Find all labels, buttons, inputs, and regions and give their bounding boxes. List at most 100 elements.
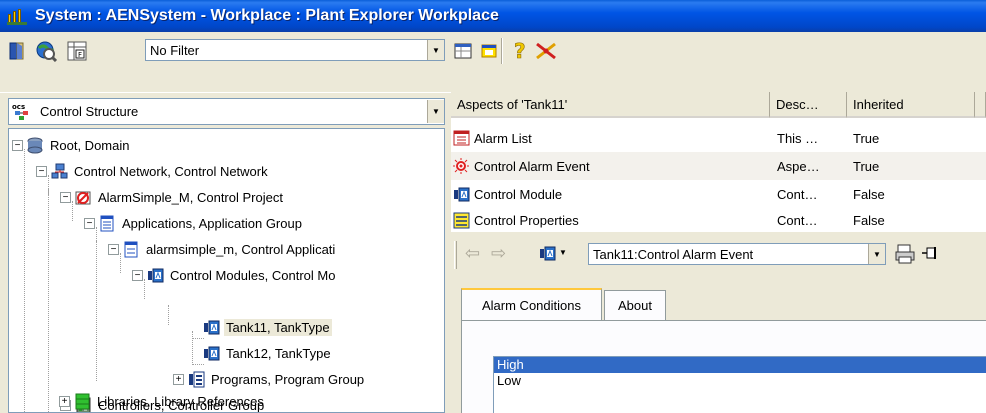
main-toolbar: F No Filter ▼ ?: [0, 32, 986, 93]
pin-icon[interactable]: [921, 244, 939, 265]
exit-door-icon[interactable]: [5, 39, 29, 63]
aspect-name: Control Properties: [474, 212, 579, 228]
help-icon[interactable]: ?: [508, 39, 532, 63]
list-item-low[interactable]: Low: [494, 373, 986, 389]
tree-item-label: Control Modules, Control Mo: [170, 267, 336, 283]
program-group-icon: [188, 371, 205, 388]
tree-item-applications[interactable]: − Applications, Application Group: [84, 210, 304, 236]
collapse-toggle[interactable]: −: [36, 165, 47, 177]
tree-item-label: alarmsimple_m, Control Applicati: [146, 241, 336, 257]
aspect-dropdown-value: Tank11:Control Alarm Event: [593, 246, 754, 262]
filter-grid-icon[interactable]: F: [65, 39, 89, 63]
network-icon: [51, 163, 68, 180]
library-icon: [74, 393, 91, 410]
aspect-name: Alarm List: [474, 130, 532, 146]
svg-text:?: ?: [514, 40, 526, 62]
aspect-row-control-properties[interactable]: Control Properties Cont… False: [451, 208, 986, 232]
tree-item-label: Libraries, Library References: [97, 393, 264, 409]
properties-icon: [453, 212, 470, 229]
collapse-toggle[interactable]: −: [108, 243, 119, 255]
application-icon: [123, 241, 140, 258]
collapse-toggle[interactable]: −: [12, 139, 23, 151]
chevron-down-icon[interactable]: ▼: [427, 100, 444, 123]
aspect-nav-bar: ⇦ ⇨ ▼ Tank11:Control Alarm Event ▼: [451, 235, 986, 273]
chevron-down-icon[interactable]: ▼: [559, 248, 567, 257]
collapse-toggle[interactable]: −: [84, 217, 95, 229]
aspect-name: Control Alarm Event: [474, 158, 590, 174]
forward-arrow-icon[interactable]: ⇨: [491, 243, 506, 264]
table-view-icon[interactable]: [451, 39, 475, 63]
tree-item-label: Tank12, TankType: [226, 345, 331, 361]
structure-pane: ocs Control Structure ▼ − Root, Domain −…: [8, 98, 445, 413]
control-module-icon: [203, 345, 220, 362]
window-title: System : AENSystem - Workplace : Plant E…: [35, 7, 499, 24]
filter-value: No Filter: [150, 42, 200, 58]
aspect-row-alarm-list[interactable]: Alarm List This … True: [451, 124, 986, 152]
svg-text:F: F: [78, 51, 82, 59]
aspect-name: Control Module: [474, 186, 563, 202]
print-preview-icon[interactable]: [895, 244, 917, 267]
control-module-icon[interactable]: [539, 245, 556, 265]
control-module-icon: [453, 186, 470, 203]
aspect-name-cell: Alarm List: [453, 124, 532, 152]
tree-item-libraries[interactable]: + Libraries, Library References: [59, 388, 266, 413]
tree-item-label: AlarmSimple_M, Control Project: [98, 189, 283, 205]
tab-alarm-conditions[interactable]: Alarm Conditions: [461, 288, 602, 321]
plant-explorer-app-icon: [7, 7, 27, 25]
tree-item-label: Control Network, Control Network: [74, 163, 268, 179]
tree-item-label: Root, Domain: [50, 137, 130, 153]
svg-text:ocs: ocs: [12, 103, 25, 111]
column-header-spacer: [975, 92, 986, 118]
globe-search-icon[interactable]: [34, 39, 58, 63]
tree-item-label: Applications, Application Group: [122, 215, 302, 231]
back-arrow-icon[interactable]: ⇦: [465, 243, 480, 264]
aspect-inherited: True: [853, 158, 880, 174]
ocs-structure-icon: ocs: [12, 102, 34, 122]
structure-dropdown[interactable]: ocs Control Structure ▼: [8, 98, 445, 125]
object-tree[interactable]: − Root, Domain − Control Network, Contro…: [8, 128, 445, 413]
collapse-toggle[interactable]: −: [132, 269, 143, 281]
column-header-description[interactable]: Desc…: [770, 92, 847, 118]
expand-toggle[interactable]: +: [173, 373, 184, 385]
alarm-event-icon: [453, 157, 470, 175]
chevron-down-icon[interactable]: ▼: [868, 244, 885, 264]
aspect-inherited: False: [853, 212, 885, 228]
tree-item-tank11[interactable]: Tank11, TankType: [203, 314, 332, 340]
tree-item-label: Programs, Program Group: [211, 371, 365, 387]
alarm-list-icon: [453, 130, 470, 147]
title-bar[interactable]: System : AENSystem - Workplace : Plant E…: [0, 0, 986, 32]
tab-about[interactable]: About: [604, 290, 666, 320]
tree-item-control-network[interactable]: − Control Network, Control Network: [36, 158, 270, 184]
control-module-icon: [203, 319, 220, 336]
tree-item-alarmsimple-project[interactable]: − AlarmSimple_M, Control Project: [60, 184, 285, 210]
chevron-down-icon[interactable]: ▼: [427, 40, 444, 60]
aspect-inherited: True: [853, 130, 880, 146]
list-item-high[interactable]: High: [494, 357, 986, 373]
tree-item-alarmsimple-application[interactable]: − alarmsimple_m, Control Applicati: [108, 236, 337, 262]
aspect-list[interactable]: Aspects of 'Tank11' Desc… Inherited Alar…: [451, 92, 986, 232]
tree-item-label: Tank11, TankType: [224, 318, 332, 336]
aspect-row-control-alarm-event[interactable]: Control Alarm Event Aspe… True: [451, 152, 986, 180]
expand-toggle[interactable]: +: [59, 395, 70, 407]
aspect-name-cell: Control Module: [453, 180, 562, 208]
control-modules-icon: [147, 267, 164, 284]
tree-item-control-modules[interactable]: − Control Modules, Control Mo: [132, 262, 337, 288]
aspect-dropdown[interactable]: Tank11:Control Alarm Event ▼: [588, 243, 886, 265]
new-window-icon[interactable]: [477, 39, 501, 63]
alarm-conditions-list[interactable]: High Low: [493, 356, 986, 413]
column-header-inherited[interactable]: Inherited: [847, 92, 975, 118]
tree-item-root[interactable]: − Root, Domain: [12, 132, 131, 158]
aspect-name-cell: Control Alarm Event: [453, 152, 590, 180]
structure-value: Control Structure: [40, 104, 139, 119]
aspect-name-cell: Control Properties: [453, 208, 579, 232]
application-group-icon: [99, 215, 116, 232]
tools-crossed-icon[interactable]: [534, 39, 558, 63]
aspect-row-control-module[interactable]: Control Module Cont… False: [451, 180, 986, 208]
aspect-inherited: False: [853, 186, 885, 202]
collapse-toggle[interactable]: −: [60, 191, 71, 203]
filter-dropdown[interactable]: No Filter ▼: [145, 39, 445, 61]
aspect-description: Cont…: [777, 212, 818, 228]
tree-item-tank12[interactable]: Tank12, TankType: [203, 340, 333, 366]
database-icon: [27, 137, 44, 154]
column-header-aspect[interactable]: Aspects of 'Tank11': [451, 92, 770, 118]
